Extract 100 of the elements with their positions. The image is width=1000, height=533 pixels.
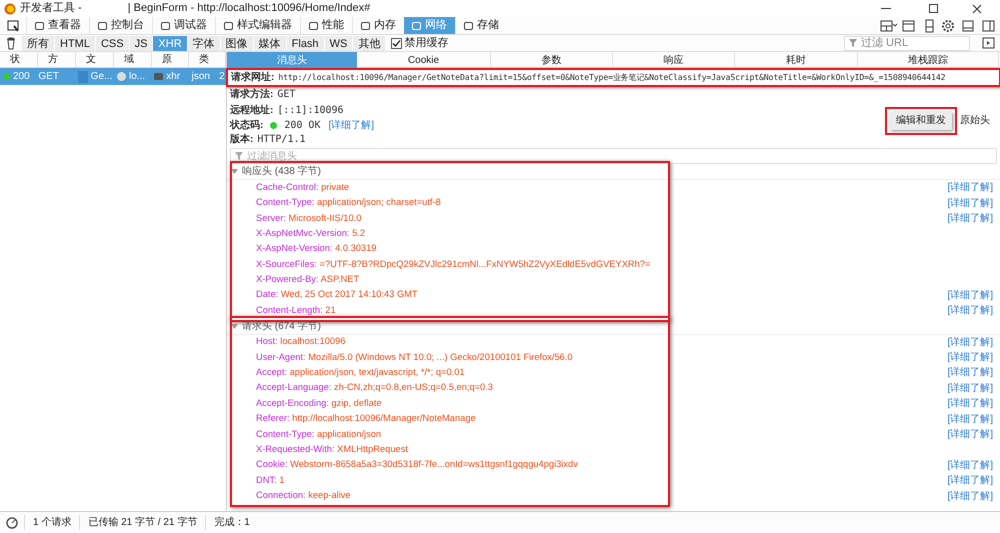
field-value: GET <box>277 88 296 102</box>
devtools-tab[interactable]: 样式编辑器 <box>215 17 300 34</box>
learn-more-link[interactable]: [详细了解] <box>947 288 993 303</box>
close-icon[interactable] <box>972 4 982 14</box>
cell-text: GET <box>38 70 59 84</box>
column-header[interactable]: 域 <box>124 52 134 67</box>
window-title: 开发者工具 - <box>20 1 82 16</box>
window-title: | BeginForm - http://localhost:10096/Home/Index# <box>128 1 370 16</box>
detail-tab[interactable]: 耗时 <box>735 52 858 68</box>
filter-button[interactable]: 媒体 <box>254 36 286 50</box>
section-title[interactable]: 请求头 (674 字节) <box>242 318 321 334</box>
checkbox[interactable] <box>391 38 402 48</box>
filter-icon <box>235 152 243 160</box>
devtools-tab[interactable]: 调试器 <box>152 17 215 34</box>
detail-tab[interactable]: Cookie <box>357 52 491 68</box>
header-entry: X-SourceFiles: =?UTF-8?B?RDpcQ29kZVJlc291cmNl...FxNYW5hZ2VyXEdldE5vdGVEYXRh?= <box>256 258 650 271</box>
column-header[interactable]: 原 <box>162 52 172 67</box>
filter-button[interactable]: HTML <box>55 36 95 50</box>
header-entry: X-AspNet-Version: 4.0.30319 <box>256 242 376 256</box>
field-value: http://localhost:10096/Manager/GetNoteData?limit=15&offset=0&NoteType=业务笔记&NoteClassify=JavaScript&NoteTitle=&WorkOnlyID=&_=1508940644142 <box>278 71 946 84</box>
field-value: [::1]:10096 <box>277 104 344 118</box>
filter-icon <box>849 39 857 47</box>
learn-more-link[interactable]: [详细了解] <box>947 365 993 380</box>
column-header[interactable]: 状 <box>10 52 20 67</box>
learn-more-link[interactable]: [详细了解] <box>947 396 993 412</box>
field-value: 200 OK <box>284 119 320 134</box>
header-entry: Connection: keep-alive <box>256 489 351 502</box>
column-header[interactable]: 类 <box>199 52 209 67</box>
header-entry: Host: localhost:10096 <box>256 335 346 348</box>
header-entry: Cache-Control: private <box>256 180 350 194</box>
disclosure-icon[interactable] <box>231 324 238 329</box>
header-entry: Server: Microsoft-IIS/10.0 <box>256 212 362 224</box>
header-entry: Accept-Encoding: gzip, deflate <box>256 396 382 410</box>
header-entry: X-Powered-By: ASP.NET <box>256 273 360 286</box>
learn-more-link[interactable]: [详细了解] <box>947 380 993 396</box>
url-filter-field[interactable]: 过滤 URL <box>844 36 970 50</box>
filter-button[interactable]: 字体 <box>188 36 220 50</box>
restore-icon[interactable] <box>929 4 938 13</box>
cell-text: Ge... <box>90 70 112 84</box>
checkbox-label: 禁用缓存 <box>404 36 448 51</box>
learn-more-link[interactable]: [详细了解] <box>328 118 374 134</box>
browser-logo-icon <box>4 2 16 14</box>
cell-text: 2 <box>219 70 225 84</box>
header-entry: Content-Type: application/json <box>256 428 382 441</box>
learn-more-link[interactable]: [详细了解] <box>947 350 993 366</box>
header-entry: Date: Wed, 25 Oct 2017 14:10:43 GMT <box>256 288 418 302</box>
filter-button[interactable]: 图像 <box>220 36 253 50</box>
detail-tab[interactable]: 响应 <box>613 52 735 68</box>
field-value: HTTP/1.1 <box>257 132 306 147</box>
devtools-tab[interactable]: 查看器 <box>26 17 89 34</box>
column-header[interactable]: 文 <box>86 52 96 67</box>
learn-more-link[interactable]: [详细了解] <box>947 458 993 473</box>
learn-more-link[interactable]: [详细了解] <box>947 180 993 196</box>
file-icon <box>78 70 88 82</box>
section-title[interactable]: 响应头 (438 字节) <box>242 164 321 179</box>
header-entry: Accept-Language: zh-CN,zh;q=0.8,en-US;q=0.5,en;q=0.3 <box>256 381 493 394</box>
cell-text: xhr <box>166 70 180 84</box>
header-entry: Accept: application/json, text/javascript, */*; q=0.01 <box>256 366 465 380</box>
action-button[interactable]: 原始头 <box>958 112 992 130</box>
learn-more-link[interactable]: [详细了解] <box>947 303 993 318</box>
column-header[interactable]: 方 <box>48 52 58 67</box>
url-filter-input[interactable]: 过滤 URL <box>861 34 961 52</box>
detail-tab[interactable]: 参数 <box>491 52 613 68</box>
filter-button[interactable]: 其他 <box>353 36 386 50</box>
header-entry: Content-Type: application/json; charset=utf-8 <box>256 196 441 210</box>
status-text: 已传输 21 字节 / 21 字节 <box>79 515 206 530</box>
learn-more-link[interactable]: [详细了解] <box>947 334 993 350</box>
learn-more-link[interactable]: [详细了解] <box>947 488 993 504</box>
learn-more-link[interactable]: [详细了解] <box>947 427 993 442</box>
filter-button[interactable]: Flash <box>286 36 324 50</box>
globe-icon <box>116 72 126 81</box>
disclosure-icon[interactable] <box>231 169 238 174</box>
learn-more-link[interactable]: [详细了解] <box>947 412 993 427</box>
learn-more-link[interactable]: [详细了解] <box>947 473 993 488</box>
cell-text: json <box>192 70 210 84</box>
cell-text: 200 <box>13 70 30 84</box>
filter-button[interactable]: 所有 <box>22 36 54 50</box>
field-label: 版本: <box>230 132 254 147</box>
status-text: 完成：1 <box>205 515 258 530</box>
learn-more-link[interactable]: [详细了解] <box>947 196 993 211</box>
header-entry: Referer: http://localhost:10096/Manager/NoteManage <box>256 412 476 426</box>
header-entry: DNT: 1 <box>256 474 284 487</box>
header-entry: X-AspNetMvc-Version: 5.2 <box>256 226 366 240</box>
learn-more-link[interactable]: [详细了解] <box>947 210 993 226</box>
devtools-tab[interactable]: 性能 <box>300 17 352 34</box>
field-label: 请求方法: <box>230 87 274 102</box>
header-entry: User-Agent: Mozilla/5.0 (Windows NT 10.0; ...) Gecko/20100101 Firefox/56.0 <box>256 350 573 364</box>
header-entry: Content-Length: 21 <box>256 304 336 317</box>
action-button[interactable]: 编辑和重发 <box>890 112 952 130</box>
devtools-tab[interactable]: 控制台 <box>89 17 152 34</box>
filter-button[interactable]: WS <box>324 36 352 50</box>
field-label: 状态码: <box>230 118 264 134</box>
type-icon <box>154 73 164 80</box>
filter-button[interactable]: CSS <box>96 36 129 50</box>
header-entry: X-Requested-With: XMLHttpRequest <box>256 442 408 456</box>
detail-tab[interactable]: 堆栈跟踪 <box>858 52 999 68</box>
devtools-tab[interactable]: 存储 <box>455 17 507 34</box>
status-text: 1 个请求 <box>24 515 80 530</box>
cell-text: lo... <box>128 70 146 84</box>
filter-button[interactable]: JS <box>130 36 152 50</box>
